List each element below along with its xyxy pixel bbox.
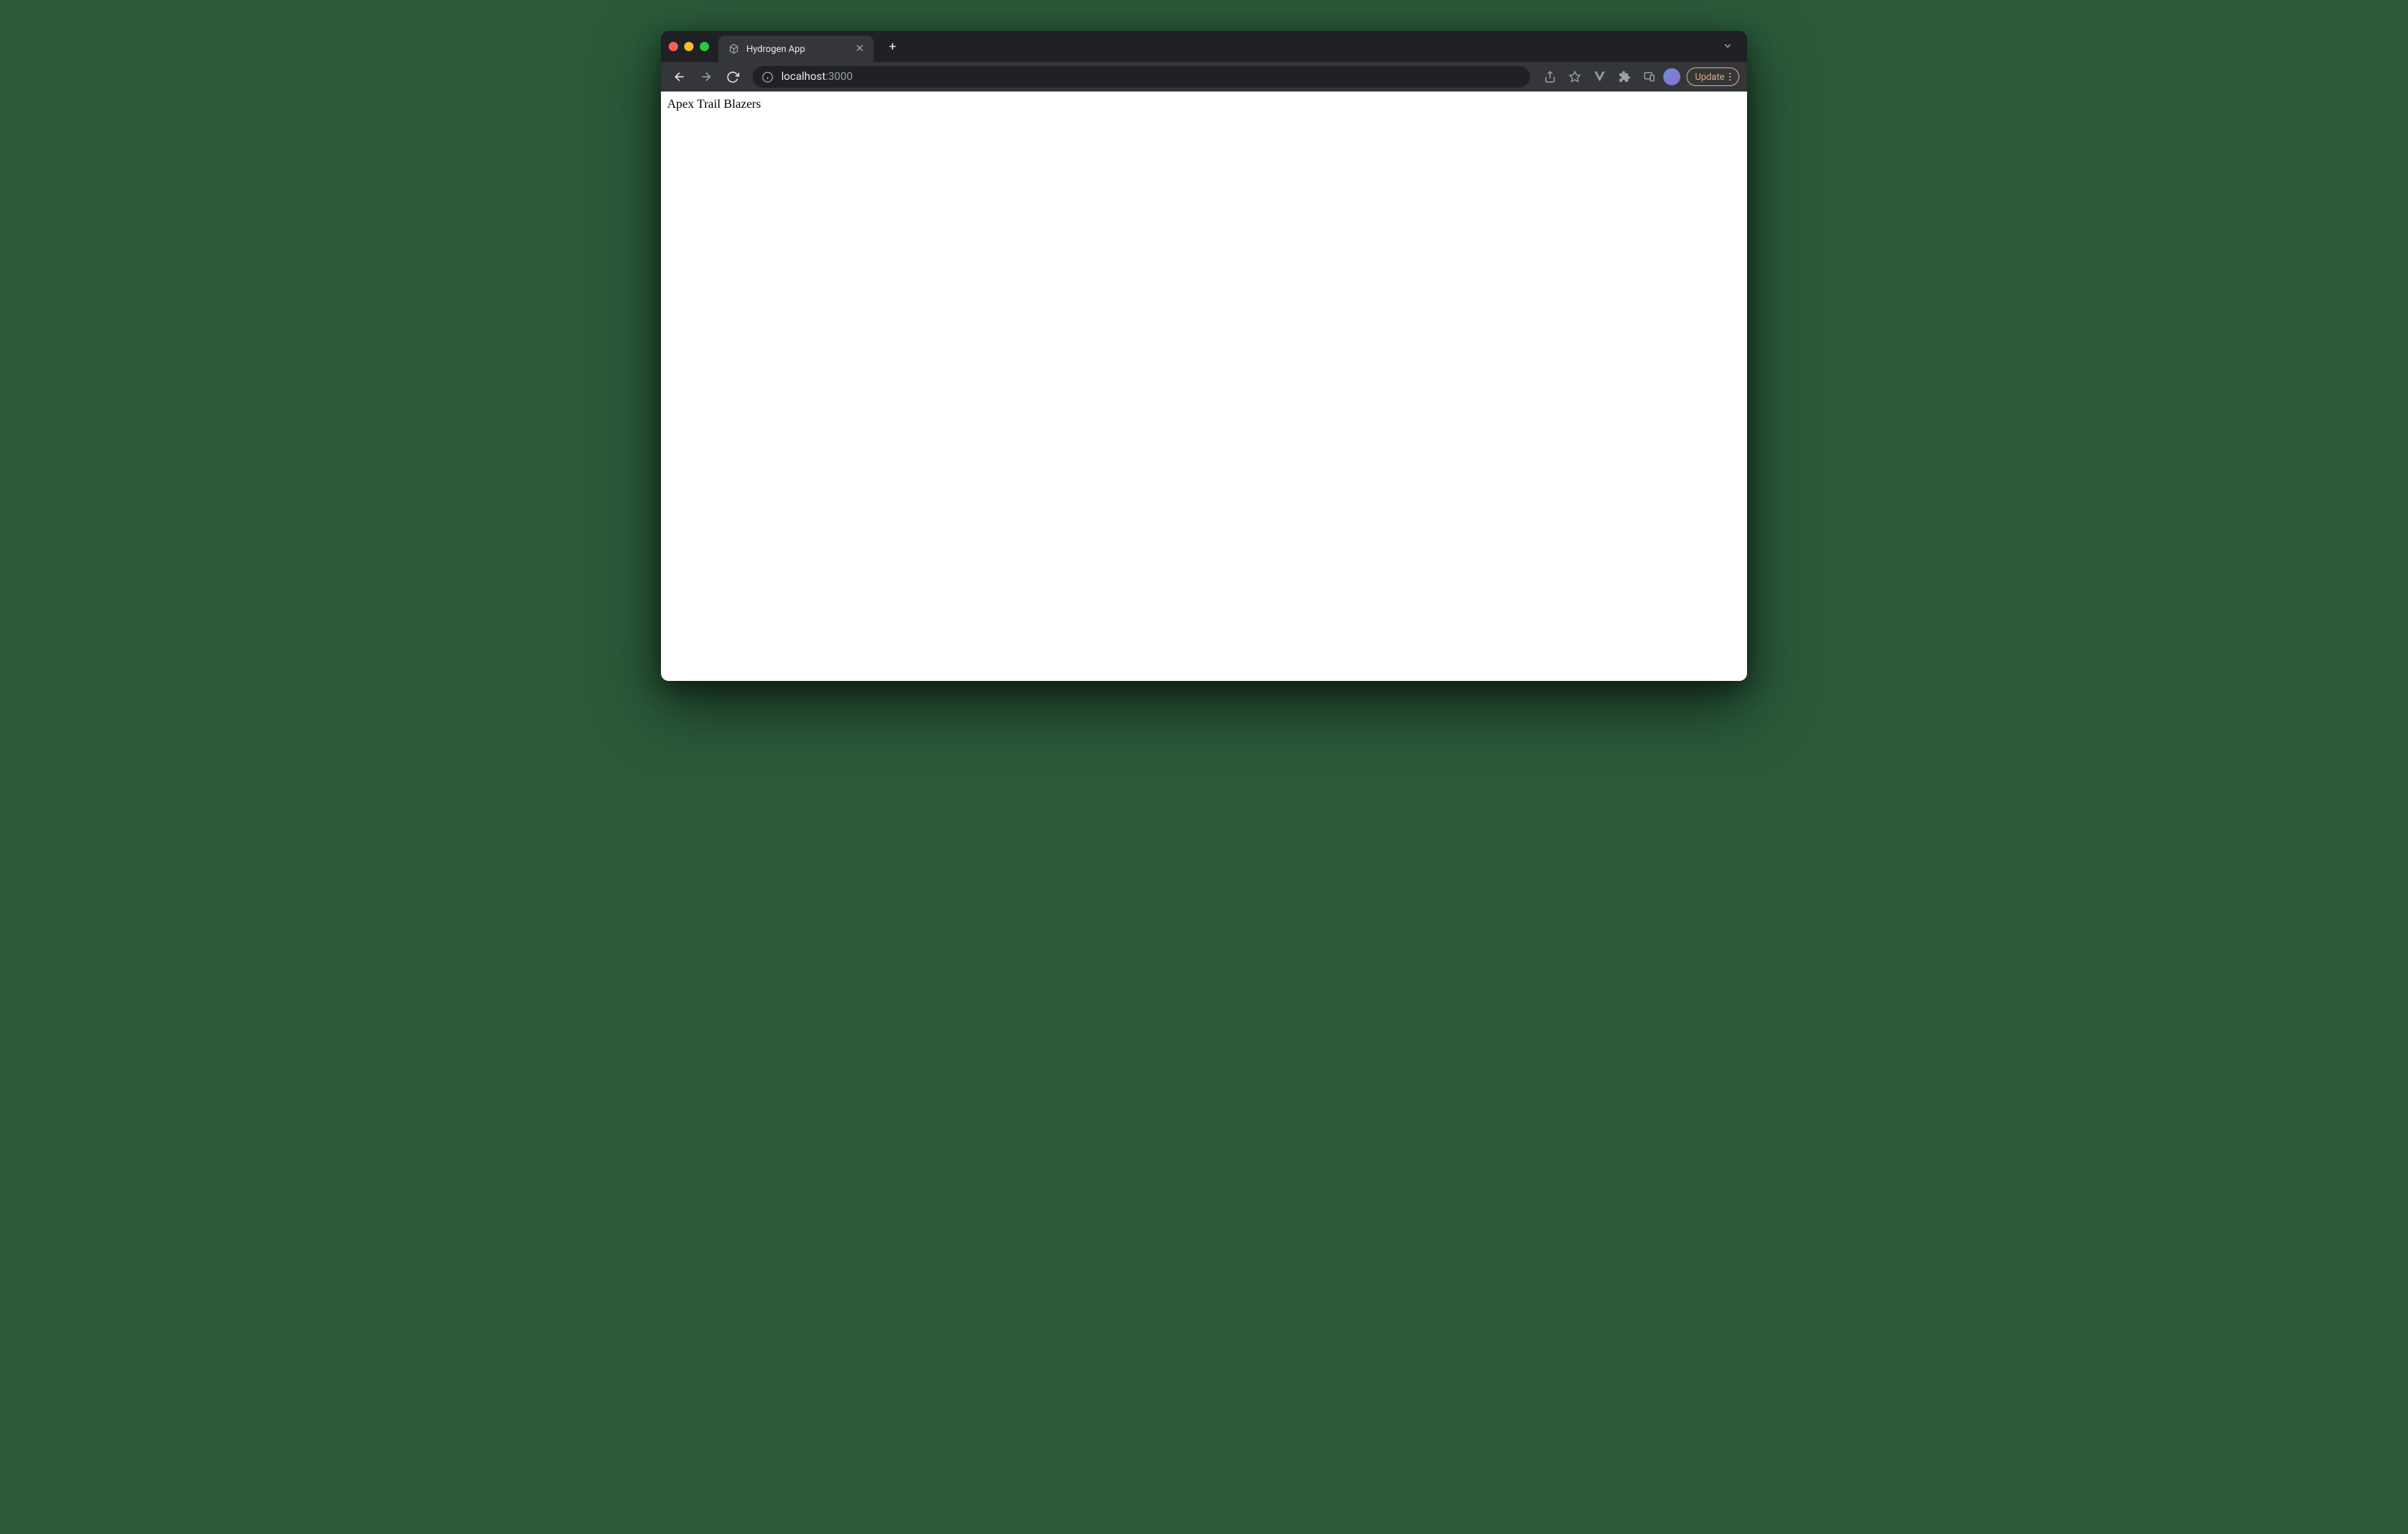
url-port: :3000 bbox=[825, 71, 853, 83]
page-viewport: Apex Trail Blazers bbox=[661, 92, 1747, 681]
update-button[interactable]: Update bbox=[1687, 67, 1739, 86]
profile-avatar[interactable] bbox=[1663, 68, 1680, 85]
forward-button[interactable] bbox=[695, 66, 717, 88]
new-tab-button[interactable]: + bbox=[884, 37, 901, 56]
devices-icon[interactable] bbox=[1638, 66, 1660, 88]
tab-favicon-icon bbox=[728, 43, 740, 55]
url-text: localhost:3000 bbox=[781, 71, 853, 83]
window-close-button[interactable] bbox=[669, 42, 678, 51]
site-info-icon[interactable] bbox=[762, 71, 773, 83]
back-button[interactable] bbox=[669, 66, 690, 88]
window-controls bbox=[669, 42, 709, 51]
reload-button[interactable] bbox=[721, 66, 743, 88]
extension-v-icon[interactable] bbox=[1589, 66, 1611, 88]
share-icon[interactable] bbox=[1539, 66, 1561, 88]
update-button-label: Update bbox=[1695, 71, 1725, 82]
browser-toolbar: localhost:3000 bbox=[661, 62, 1747, 92]
menu-dots-icon bbox=[1729, 73, 1731, 81]
window-maximize-button[interactable] bbox=[700, 42, 709, 51]
address-bar[interactable]: localhost:3000 bbox=[752, 66, 1530, 88]
window-minimize-button[interactable] bbox=[684, 42, 694, 51]
tab-bar: Hydrogen App ✕ + bbox=[661, 31, 1747, 62]
extensions-puzzle-icon[interactable] bbox=[1614, 66, 1635, 88]
page-body-text: Apex Trail Blazers bbox=[667, 98, 1741, 112]
browser-window: Hydrogen App ✕ + bbox=[661, 31, 1747, 681]
tab-title: Hydrogen App bbox=[746, 43, 805, 54]
tab-close-button[interactable]: ✕ bbox=[855, 43, 864, 54]
toolbar-actions: Update bbox=[1539, 66, 1739, 88]
url-host: localhost bbox=[781, 71, 825, 83]
bookmark-star-icon[interactable] bbox=[1564, 66, 1586, 88]
browser-tab[interactable]: Hydrogen App ✕ bbox=[718, 36, 874, 62]
tab-list-dropdown[interactable] bbox=[1716, 40, 1739, 54]
